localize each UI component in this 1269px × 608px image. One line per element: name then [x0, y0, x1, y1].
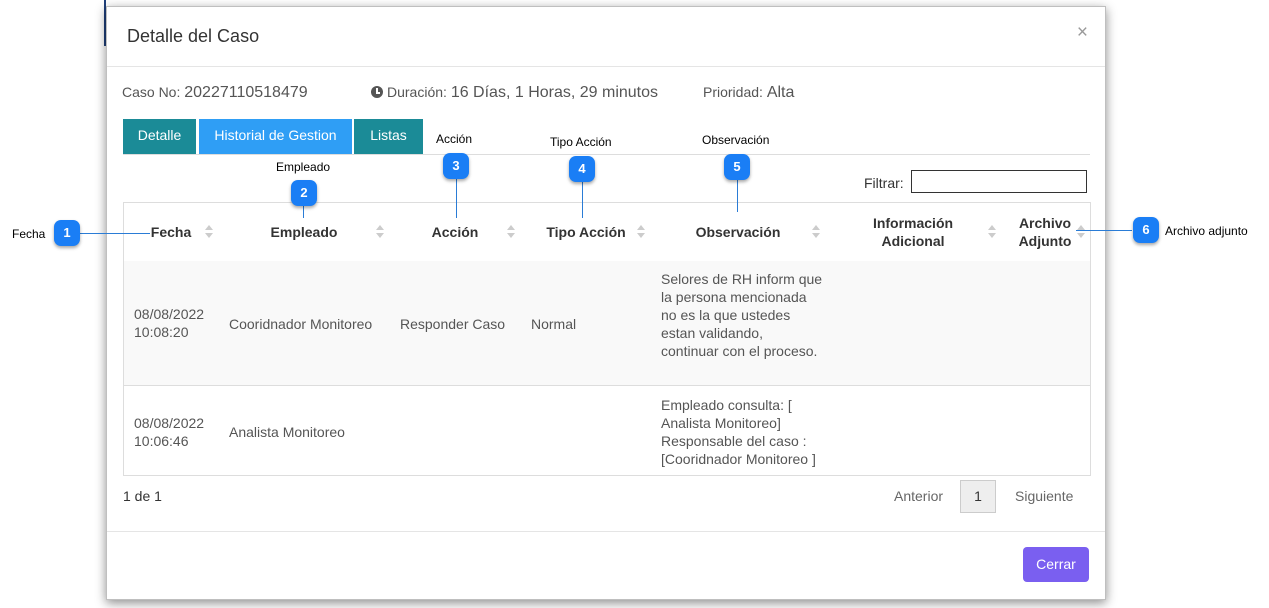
- case-number-value: 20227110518479: [184, 84, 308, 101]
- sort-icon[interactable]: [637, 225, 645, 239]
- table-row[interactable]: 08/08/2022 10:06:46 Analista Monitoreo E…: [124, 386, 1090, 475]
- tab-historial-de-gestion[interactable]: Historial de Gestion: [199, 119, 352, 154]
- annotation-badge-2: 2: [291, 180, 317, 206]
- annotation-connector: [303, 206, 304, 218]
- annotation-label-fecha: Fecha: [12, 227, 46, 241]
- annotation-label-archivo-adjunto: Archivo adjunto: [1165, 224, 1248, 238]
- annotation-label-tipo-accion: Tipo Acción: [550, 135, 612, 149]
- cell-observacion: Selores de RH inform que la persona menc…: [661, 271, 823, 359]
- header-tipo-accion[interactable]: Tipo Acción: [534, 223, 638, 241]
- filter-input[interactable]: [911, 170, 1087, 193]
- close-icon[interactable]: ×: [1077, 23, 1088, 43]
- duration-value: 16 Días, 1 Horas, 29 minutos: [450, 84, 659, 101]
- sort-icon[interactable]: [205, 225, 213, 239]
- modal-title: Detalle del Caso: [127, 26, 260, 46]
- pagination-prev[interactable]: Anterior: [894, 488, 943, 504]
- annotation-badge-4: 4: [569, 156, 595, 182]
- sort-icon[interactable]: [988, 225, 996, 239]
- annotation-badge-3: 3: [443, 153, 469, 179]
- history-table: Fecha Empleado Acción Tipo Acción Observ…: [123, 202, 1091, 476]
- cell-observacion: Empleado consulta: [ Analista Monitoreo]…: [661, 397, 816, 467]
- annotation-label-empleado: Empleado: [276, 160, 331, 174]
- tab-detalle[interactable]: Detalle: [123, 119, 196, 154]
- tab-listas[interactable]: Listas: [354, 119, 423, 154]
- sort-icon[interactable]: [1077, 225, 1085, 239]
- priority-value: Alta: [766, 84, 795, 101]
- cell-empleado: Analista Monitoreo: [229, 424, 345, 440]
- annotation-connector: [737, 179, 738, 212]
- pagination-page-1[interactable]: 1: [960, 480, 996, 513]
- cell-accion: Responder Caso: [400, 316, 506, 332]
- annotation-connector: [1076, 230, 1132, 231]
- case-number-label: Caso No:: [122, 84, 181, 100]
- cell-fecha: 08/08/2022 10:08:20: [134, 306, 205, 340]
- header-accion[interactable]: Acción: [414, 223, 496, 241]
- close-modal-button[interactable]: Cerrar: [1023, 547, 1089, 582]
- cell-empleado: Cooridnador Monitoreo: [229, 316, 373, 332]
- header-informacion-adicional[interactable]: Información Adicional: [864, 214, 962, 250]
- pagination-next[interactable]: Siguiente: [1015, 488, 1073, 504]
- header-archivo-adjunto[interactable]: Archivo Adjunto: [1004, 214, 1086, 250]
- header-fecha[interactable]: Fecha: [142, 223, 200, 241]
- cell-tipo-accion: Normal: [531, 316, 577, 332]
- pagination-info: 1 de 1: [123, 488, 162, 504]
- duration-label: Duración:: [387, 84, 447, 100]
- sort-icon[interactable]: [376, 225, 384, 239]
- annotation-connector: [80, 233, 150, 234]
- annotation-connector: [582, 181, 583, 218]
- annotation-badge-1: 1: [54, 220, 80, 246]
- priority-label: Prioridad:: [703, 84, 763, 100]
- modal-footer: [107, 531, 1105, 532]
- case-duration: Duración: 16 Días, 1 Horas, 29 minutos: [371, 84, 658, 102]
- case-detail-modal: Detalle del Caso × Caso No: 202271105184…: [106, 6, 1106, 600]
- cell-fecha: 08/08/2022 10:06:46: [134, 415, 205, 449]
- table-header: Fecha Empleado Acción Tipo Acción Observ…: [124, 203, 1090, 262]
- sort-icon[interactable]: [507, 225, 515, 239]
- annotation-label-accion: Acción: [436, 132, 473, 146]
- header-empleado[interactable]: Empleado: [254, 223, 354, 241]
- clock-icon: [371, 86, 383, 98]
- annotation-badge-5: 5: [724, 154, 750, 180]
- sort-icon[interactable]: [812, 225, 820, 239]
- modal-header: Detalle del Caso ×: [107, 7, 1105, 67]
- header-observacion[interactable]: Observación: [684, 223, 792, 241]
- annotation-label-observacion: Observación: [702, 133, 770, 147]
- filter-label: Filtrar:: [864, 175, 904, 191]
- case-number: Caso No: 20227110518479: [122, 84, 308, 102]
- table-row[interactable]: 08/08/2022 10:08:20 Cooridnador Monitore…: [124, 261, 1090, 386]
- case-priority: Prioridad: Alta: [703, 84, 794, 102]
- annotation-connector: [456, 178, 457, 218]
- annotation-badge-6: 6: [1133, 217, 1159, 243]
